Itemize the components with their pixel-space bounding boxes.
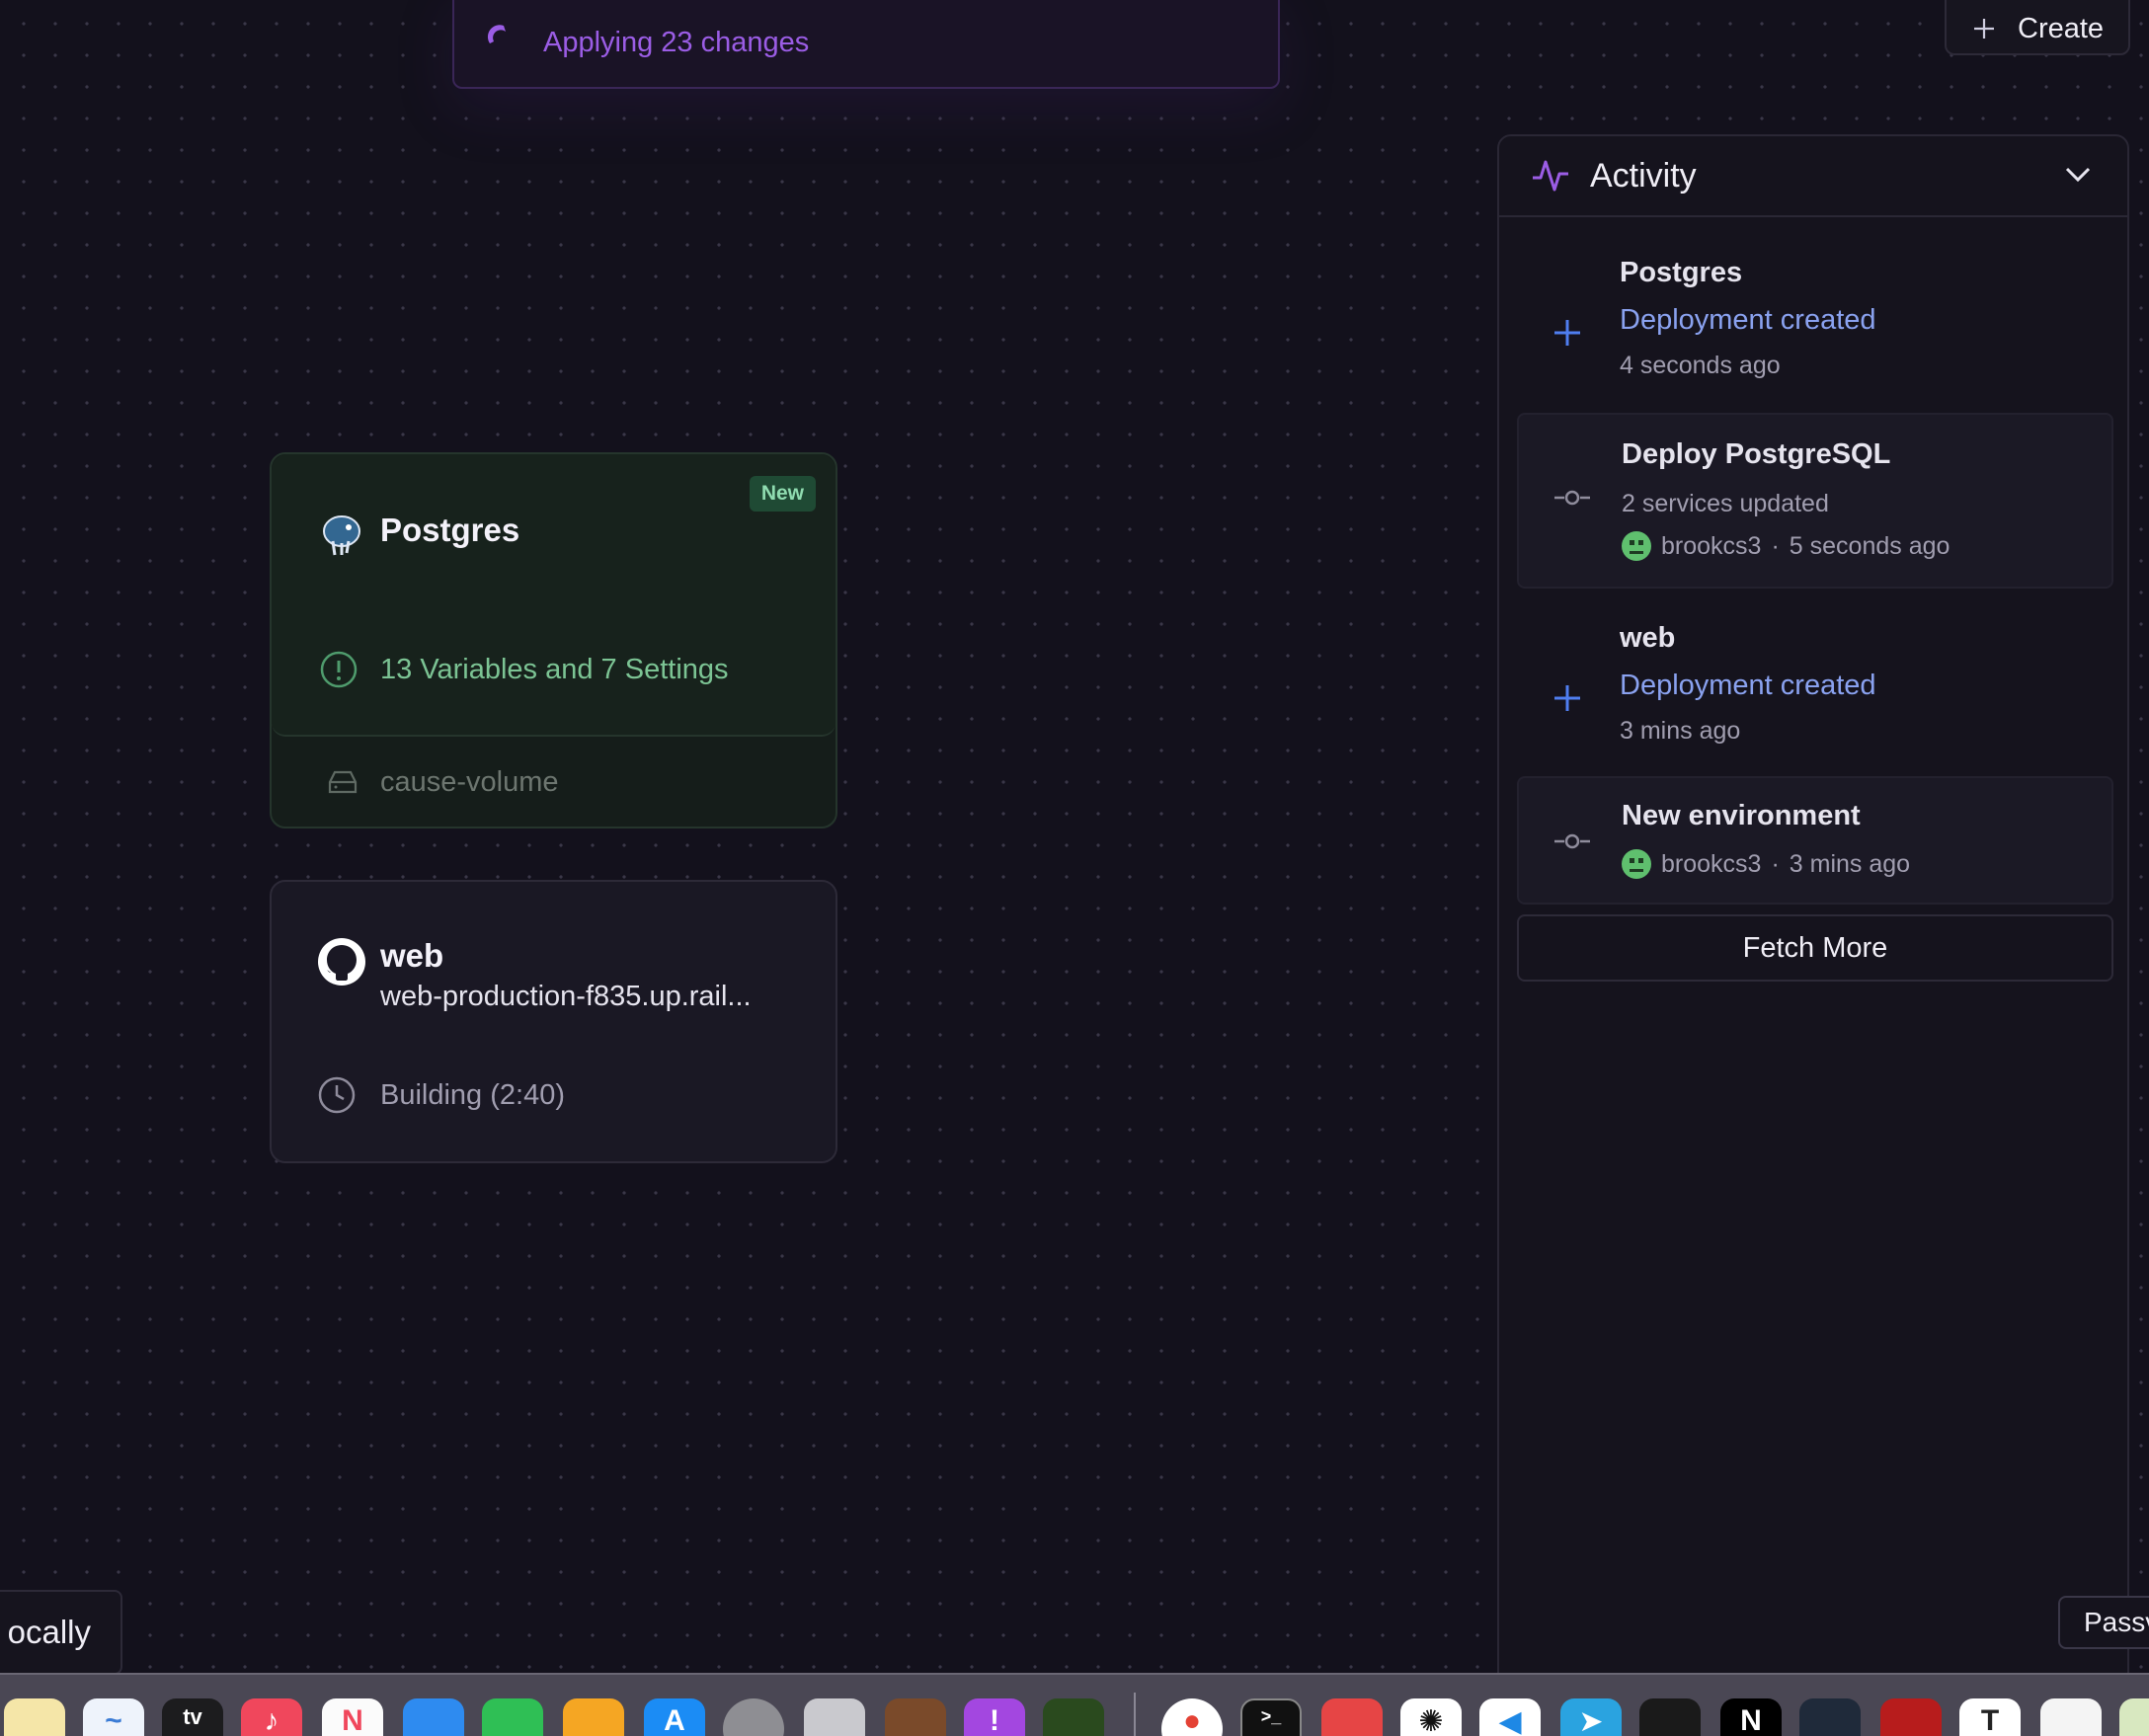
plus-icon [1974, 19, 1994, 39]
clock-icon [318, 1076, 356, 1114]
activity-item-time: 5 seconds ago [1789, 531, 1950, 560]
activity-item-name: Deploy PostgreSQL [1622, 438, 1891, 470]
plus-icon [1554, 320, 1580, 346]
acrobat-icon[interactable] [1880, 1698, 1942, 1736]
separator-dot: · [1771, 531, 1780, 560]
truncated-tooltip: Passv [2058, 1596, 2149, 1649]
chevron-down-icon[interactable] [2064, 166, 2092, 184]
create-button[interactable]: Create [1945, 0, 2130, 55]
terminal-icon[interactable]: >_ [1240, 1698, 1302, 1736]
dock: ~ tv ♪ N A ! ● >_ ✺ ◀ ➤ N T [0, 1673, 2149, 1736]
activity-item-sub: 2 services updated [1622, 490, 1829, 517]
activity-item[interactable]: Postgres Deployment created 4 seconds ag… [1517, 235, 2113, 403]
truncated-popup[interactable]: ocally [0, 1590, 122, 1675]
activity-item-name: web [1620, 622, 1676, 654]
feedback-icon[interactable]: ! [964, 1698, 1025, 1736]
activity-item-user: brookcs3 [1661, 531, 1762, 560]
activity-panel: Activity Postgres Deployment created 4 s… [1497, 134, 2129, 1675]
new-badge: New [749, 476, 816, 512]
applying-changes-label: Applying 23 changes [543, 27, 810, 58]
iphone-mirroring-icon[interactable] [804, 1698, 865, 1736]
system-settings-icon[interactable] [723, 1698, 784, 1736]
activity-item[interactable]: web Deployment created 3 mins ago [1517, 596, 2113, 764]
activity-item-desc: Deployment created [1620, 304, 1876, 336]
plus-icon [1554, 685, 1580, 711]
activity-item-time: 3 mins ago [1789, 849, 1911, 878]
textedit-icon[interactable] [2040, 1698, 2102, 1736]
web-service-card[interactable]: web web-production-f835.up.rail... Build… [270, 880, 837, 1163]
applying-changes-banner[interactable]: Applying 23 changes [452, 0, 1280, 89]
pages-icon[interactable] [563, 1698, 624, 1736]
avatar [1622, 531, 1651, 561]
dock-separator [1134, 1693, 1136, 1736]
commit-icon [1554, 490, 1590, 506]
app-store-icon[interactable]: A [644, 1698, 705, 1736]
activity-item-name: Postgres [1620, 257, 1743, 288]
activity-item-meta: brookcs3 · 5 seconds ago [1622, 531, 1950, 561]
activity-pulse-icon [1533, 160, 1568, 192]
separator-dot: · [1771, 849, 1780, 878]
app-icon[interactable] [1321, 1698, 1383, 1736]
typora-icon[interactable]: T [1959, 1698, 2021, 1736]
pending-changes-label: 13 Variables and 7 Settings [380, 654, 729, 685]
web-service-name: web [380, 937, 444, 974]
vscode-icon[interactable]: ◀ [1479, 1698, 1541, 1736]
app-icon[interactable] [1639, 1698, 1701, 1736]
spinner-icon [487, 25, 506, 43]
freeform-icon[interactable]: ~ [83, 1698, 144, 1736]
web-domain-link[interactable]: web-production-f835.up.rail... [380, 981, 752, 1013]
hard-drive-icon [328, 770, 358, 794]
activity-header[interactable]: Activity [1499, 136, 2127, 217]
activity-item-desc: Deployment created [1620, 670, 1876, 701]
news-icon[interactable]: N [322, 1698, 383, 1736]
chrome-icon[interactable]: ● [1161, 1698, 1223, 1736]
commit-icon [1554, 833, 1590, 849]
avatar [1622, 849, 1651, 879]
app-icon[interactable] [2119, 1698, 2149, 1736]
postgres-service-name: Postgres [380, 512, 520, 548]
volume-label: cause-volume [380, 766, 559, 798]
build-status-label: Building (2:40) [380, 1079, 565, 1111]
github-icon [318, 938, 365, 986]
postgres-card-header: New Postgres 13 Variables and 7 Settings [272, 454, 836, 737]
create-label: Create [2018, 12, 2105, 44]
keynote-icon[interactable] [403, 1698, 464, 1736]
app-icon[interactable] [885, 1698, 946, 1736]
activity-item-name: New environment [1622, 800, 1861, 831]
notion-icon[interactable]: N [1720, 1698, 1782, 1736]
activity-item-time: 3 mins ago [1620, 717, 1741, 745]
fetch-more-button[interactable]: Fetch More [1517, 914, 2113, 982]
notes-icon[interactable] [4, 1698, 65, 1736]
apple-tv-icon[interactable]: tv [162, 1698, 223, 1736]
alert-circle-icon [320, 651, 358, 688]
numbers-icon[interactable] [482, 1698, 543, 1736]
telegram-icon[interactable]: ➤ [1560, 1698, 1622, 1736]
activity-item[interactable]: New environment brookcs3 · 3 mins ago [1517, 776, 2113, 905]
activity-title: Activity [1590, 156, 1697, 195]
activity-item-meta: brookcs3 · 3 mins ago [1622, 849, 1910, 879]
activity-item[interactable]: Deploy PostgreSQL 2 services updated bro… [1517, 413, 2113, 589]
activity-item-time: 4 seconds ago [1620, 352, 1781, 379]
music-icon[interactable]: ♪ [241, 1698, 302, 1736]
activity-item-user: brookcs3 [1661, 849, 1762, 878]
chatgpt-icon[interactable]: ✺ [1400, 1698, 1462, 1736]
postgres-icon [323, 515, 360, 556]
postgres-service-card[interactable]: New Postgres 13 Variables and 7 Settings… [270, 452, 837, 829]
app-icon[interactable] [1043, 1698, 1104, 1736]
app-icon[interactable] [1799, 1698, 1861, 1736]
